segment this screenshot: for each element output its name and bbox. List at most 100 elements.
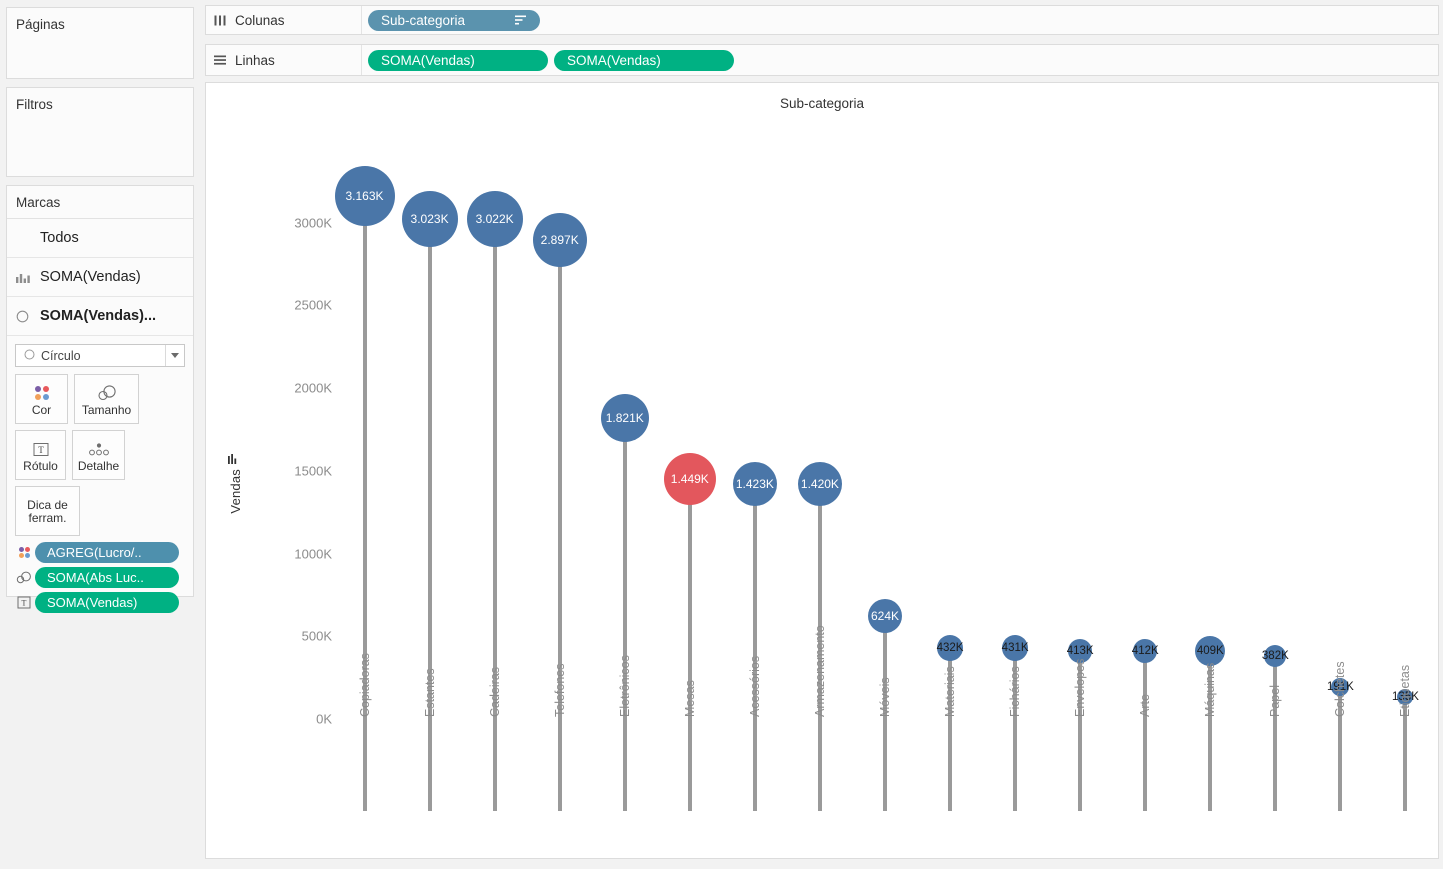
- columns-shelf[interactable]: Colunas Sub-categoria: [205, 5, 1439, 35]
- x-axis-label-text: Envelopes: [1073, 658, 1088, 717]
- data-point-label: 431K: [1001, 641, 1029, 654]
- data-point-label: 3.023K: [410, 211, 449, 226]
- columns-shelf-label: Colunas: [206, 6, 362, 34]
- columns-label-text: Colunas: [235, 12, 285, 28]
- mark-stem: [622, 417, 627, 803]
- pill-label: SOMA(Vendas): [381, 52, 475, 68]
- x-axis-tick: [948, 803, 953, 811]
- data-point-circle[interactable]: 1.420K: [797, 462, 842, 507]
- label-text-icon: T: [13, 596, 35, 609]
- svg-text:T: T: [22, 599, 27, 608]
- rows-icon: [214, 55, 227, 66]
- pill-soma-vendas-1[interactable]: SOMA(Vendas): [368, 49, 548, 71]
- x-axis-label-text: Papel: [1268, 685, 1283, 717]
- pages-title: Páginas: [16, 17, 65, 32]
- data-point-label: 409K: [1196, 645, 1224, 658]
- rows-shelf[interactable]: Linhas SOMA(Vendas) SOMA(Vendas): [205, 44, 1439, 76]
- x-axis-label-text: Fichários: [1008, 666, 1023, 717]
- left-panel: Páginas Filtros Marcas Todos SOMA(Vendas…: [0, 0, 200, 869]
- label-button-label: Rótulo: [23, 459, 58, 473]
- color-dots-icon: [13, 547, 35, 558]
- x-axis-label-text: Telefones: [552, 663, 567, 717]
- marks-pill-label[interactable]: SOMA(Vendas): [35, 592, 179, 613]
- data-point-label: 3.022K: [475, 211, 514, 226]
- x-axis-label-text: Etiquetas: [1398, 664, 1413, 717]
- x-axis-label-text: Eletrônicos: [617, 655, 632, 717]
- x-axis-label-text: Arte: [1138, 694, 1153, 717]
- x-axis-tick: [1338, 803, 1343, 811]
- data-point-circle[interactable]: 624K: [868, 598, 902, 633]
- tooltip-button[interactable]: Dica de ferram.: [15, 486, 80, 536]
- rows-pills: SOMA(Vendas) SOMA(Vendas): [362, 49, 734, 71]
- y-axis-tick-label: 500K: [301, 628, 332, 644]
- data-point-circle[interactable]: 3.163K: [334, 165, 395, 226]
- marks-pill-row[interactable]: SOMA(Abs Luc..: [13, 567, 185, 588]
- sort-icon[interactable]: [228, 451, 240, 469]
- x-axis-label-text: Cadeiras: [487, 666, 502, 717]
- marks-row-soma-vendas-circle[interactable]: SOMA(Vendas)...: [7, 297, 193, 336]
- x-axis-label-text: Estantes: [422, 668, 437, 717]
- mark-type-label: Círculo: [41, 348, 81, 363]
- data-point-label: 3.163K: [345, 188, 384, 203]
- marks-row-label: SOMA(Vendas)...: [40, 308, 157, 324]
- filters-card[interactable]: Filtros: [6, 87, 194, 177]
- data-point-label: 1.420K: [800, 477, 839, 492]
- data-point-circle[interactable]: 1.449K: [663, 453, 716, 506]
- mark-type-dropdown[interactable]: Círculo: [15, 344, 185, 367]
- marks-pill-size[interactable]: SOMA(Abs Luc..: [35, 567, 179, 588]
- x-axis-tick: [817, 803, 822, 811]
- marks-pill-row[interactable]: T SOMA(Vendas): [13, 592, 185, 613]
- y-axis-tick-label: 0K: [316, 711, 332, 727]
- pill-sub-categoria[interactable]: Sub-categoria: [368, 9, 540, 31]
- color-button-label: Cor: [31, 403, 52, 417]
- data-point-label: 382K: [1261, 649, 1289, 662]
- marks-pill-color[interactable]: AGREG(Lucro/..: [35, 542, 179, 563]
- x-axis-tick: [1273, 803, 1278, 811]
- x-axis-tick: [1013, 803, 1018, 811]
- data-point-label: 2.897K: [540, 232, 579, 247]
- data-point-circle[interactable]: 412K: [1131, 638, 1159, 663]
- y-axis-tick-label: 2500K: [294, 297, 332, 313]
- x-axis-tick: [427, 803, 432, 811]
- x-axis-tick: [492, 803, 497, 811]
- plot-area: 3.163K 3.023K 3.022K 2.897K 1.821K 1.449K 1.42…: [332, 83, 1438, 860]
- data-point-circle[interactable]: 382K: [1261, 644, 1289, 667]
- data-point-circle[interactable]: 1.821K: [600, 393, 649, 442]
- data-point-circle[interactable]: 3.023K: [401, 190, 458, 247]
- data-point-label: 1.821K: [605, 410, 644, 425]
- marks-row-soma-vendas-bar[interactable]: SOMA(Vendas): [7, 258, 193, 297]
- color-button[interactable]: Cor: [15, 374, 68, 424]
- data-point-label: 412K: [1131, 644, 1159, 657]
- y-axis-tick-label: 3000K: [294, 215, 332, 231]
- label-button[interactable]: T Rótulo: [15, 430, 66, 480]
- y-axis-tick-label: 2000K: [294, 380, 332, 396]
- label-text-icon: T: [33, 438, 49, 460]
- pill-soma-vendas-2[interactable]: SOMA(Vendas): [554, 49, 734, 71]
- circle-icon: [16, 310, 40, 323]
- x-axis-label-text: Colchetes: [1333, 661, 1348, 717]
- marks-pill-row[interactable]: AGREG(Lucro/..: [13, 542, 185, 563]
- y-axis: 0K 500K 1000K 1500K 2000K 2500K 3000K: [246, 83, 332, 860]
- data-point-circle[interactable]: 432K: [936, 634, 964, 661]
- columns-pills: Sub-categoria: [362, 9, 540, 31]
- data-point-circle[interactable]: 2.897K: [532, 212, 587, 267]
- y-axis-tick-label: 1500K: [294, 463, 332, 479]
- pages-card[interactable]: Páginas: [6, 7, 194, 79]
- marks-title: Marcas: [7, 186, 193, 219]
- size-button[interactable]: Tamanho: [74, 374, 139, 424]
- detail-dots-icon: [88, 438, 110, 460]
- marks-row-label: Todos: [40, 230, 79, 246]
- data-point-circle[interactable]: 1.423K: [732, 461, 777, 506]
- x-axis-tick: [1403, 803, 1408, 811]
- chart-view[interactable]: Sub-categoria Vendas 0K 500K 1000K 1500K 200…: [205, 82, 1439, 859]
- x-axis-tick: [1078, 803, 1083, 811]
- chevron-down-icon[interactable]: [165, 345, 184, 366]
- detail-button[interactable]: Detalhe: [72, 430, 125, 480]
- x-axis-label-text: Móveis: [878, 677, 892, 717]
- circle-icon: [24, 349, 35, 363]
- marks-row-todos[interactable]: Todos: [7, 219, 193, 258]
- data-point-circle[interactable]: 431K: [1001, 634, 1029, 661]
- mark-stem: [1273, 655, 1278, 803]
- data-point-label: 432K: [936, 641, 964, 654]
- data-point-circle[interactable]: 3.022K: [466, 190, 523, 247]
